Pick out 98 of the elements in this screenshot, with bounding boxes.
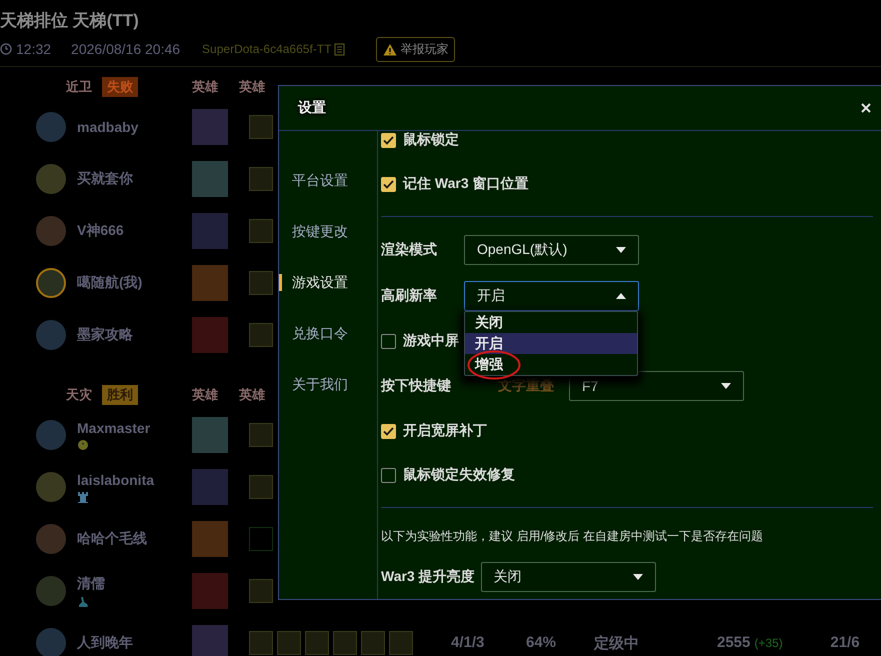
column-header: 英雄	[239, 78, 265, 96]
checkbox[interactable]	[381, 176, 396, 192]
hero-portrait	[192, 521, 228, 557]
hint-text: 以下为实验性功能，建议 启用/修改后 在自建房中测试一下是否存在问题	[381, 528, 764, 544]
item-icon	[249, 475, 273, 499]
dropdown-option[interactable]: 开启	[465, 333, 637, 354]
item-icon	[389, 631, 413, 655]
annotation-ellipse	[467, 350, 521, 380]
caret-icon	[616, 293, 626, 299]
checkbox-label: 记住 War3 窗口位置	[403, 175, 528, 193]
checkbox-label: 鼠标锁定失效修复	[403, 466, 515, 484]
ladder-score: 2555	[717, 634, 750, 652]
dropdown[interactable]: F7	[569, 371, 744, 401]
hero-portrait	[192, 625, 228, 656]
checkbox-label: 鼠标锁定	[403, 131, 459, 149]
item-icon	[249, 631, 273, 655]
checkbox-label: 开启宽屏补丁	[403, 422, 487, 440]
player-name: 买就套你	[77, 170, 134, 188]
item-icon	[249, 167, 273, 191]
nav-item[interactable]: 游戏设置	[279, 257, 377, 308]
check-icon	[383, 426, 394, 436]
column-header: 英雄	[192, 78, 218, 96]
check-icon	[383, 136, 394, 144]
item-icon	[249, 527, 273, 551]
caret-icon	[632, 574, 643, 580]
player-name: 清儒	[77, 574, 106, 592]
match-date-time: 2026/08/16 20:46	[71, 41, 180, 57]
caret-icon	[721, 383, 731, 389]
dropdown[interactable]: 开启	[464, 281, 639, 311]
participation-rate: 64%	[526, 634, 558, 652]
hero-portrait	[192, 213, 228, 249]
column-header: 英雄	[192, 386, 218, 404]
close-icon	[861, 103, 871, 113]
item-icon	[305, 631, 329, 655]
kda-stat: 4/1/3	[451, 634, 486, 652]
hero-portrait	[192, 573, 228, 609]
clock-icon	[0, 43, 12, 55]
match-duration: 12:32	[16, 41, 52, 57]
medal-icon	[77, 438, 89, 450]
report-button[interactable]: 举报玩家	[376, 36, 456, 62]
tower-icon	[77, 490, 89, 502]
checkbox[interactable]	[381, 334, 396, 348]
copy-icon	[334, 42, 346, 56]
match-id: SuperDota-6c4a665f-TT	[202, 42, 332, 56]
setting-label: 高刷新率	[381, 287, 438, 305]
selection-bar	[279, 274, 282, 291]
player-name: V神666	[77, 222, 125, 240]
setting-label: War3 提升亮度	[381, 568, 475, 586]
score-change: (+35)	[754, 636, 784, 650]
dialog-title: 设置	[298, 99, 326, 117]
hero-portrait	[192, 265, 228, 301]
checkbox[interactable]	[381, 132, 396, 148]
warning-icon	[383, 42, 398, 56]
player-name: 墨家攻略	[77, 326, 134, 344]
player-name: Maxmaster	[77, 420, 152, 436]
setting-label: 渲染模式	[381, 241, 438, 259]
hero-portrait	[192, 469, 228, 505]
item-icon	[333, 631, 357, 655]
close-button[interactable]	[859, 101, 873, 115]
team-name: 天灾	[66, 386, 92, 404]
item-icon	[249, 579, 273, 603]
item-icon	[249, 271, 273, 295]
dropdown-option[interactable]: 关闭	[465, 312, 637, 333]
player-name: 哈哈个毛线	[77, 530, 148, 548]
hero-portrait	[192, 109, 228, 145]
player-name: 人到晚年	[77, 634, 134, 652]
item-icon	[249, 323, 273, 347]
nav-item[interactable]: 关于我们	[279, 359, 377, 410]
item-icon	[249, 423, 273, 447]
setting-label: 按下快捷键	[381, 377, 452, 395]
item-icon	[277, 631, 301, 655]
dropdown[interactable]: 关闭	[480, 562, 656, 592]
player-name: laislabonita	[77, 472, 156, 488]
team-name: 近卫	[66, 78, 92, 96]
checkbox[interactable]	[381, 468, 396, 482]
check-icon	[383, 180, 394, 188]
item-icon	[249, 115, 273, 139]
nav-item[interactable]: 兑换口令	[279, 308, 377, 359]
checkbox[interactable]	[381, 424, 396, 438]
nav-item[interactable]: 按键更改	[279, 206, 377, 257]
item-icon	[361, 631, 385, 655]
rank-status: 定级中	[594, 634, 640, 652]
hero-portrait	[192, 161, 228, 197]
nav-item[interactable]: 平台设置	[279, 155, 377, 206]
hero-portrait	[192, 317, 228, 353]
column-header: 英雄	[239, 386, 265, 404]
player-name: 噶随航(我)	[77, 274, 144, 292]
checkbox-label: 游戏中屏	[403, 332, 459, 350]
setting-label: 文字重叠	[498, 377, 554, 395]
hero-portrait	[192, 417, 228, 453]
win-loss-record: 21/6	[830, 634, 860, 652]
player-name: madbaby	[77, 119, 140, 135]
result-badge: 胜利	[102, 385, 138, 405]
dropdown[interactable]: OpenGL(默认)	[464, 235, 639, 265]
caret-icon	[616, 247, 626, 253]
item-icon	[249, 219, 273, 243]
result-badge: 失败	[102, 77, 138, 97]
page-title: 天梯排位 天梯(TT)	[0, 10, 140, 32]
